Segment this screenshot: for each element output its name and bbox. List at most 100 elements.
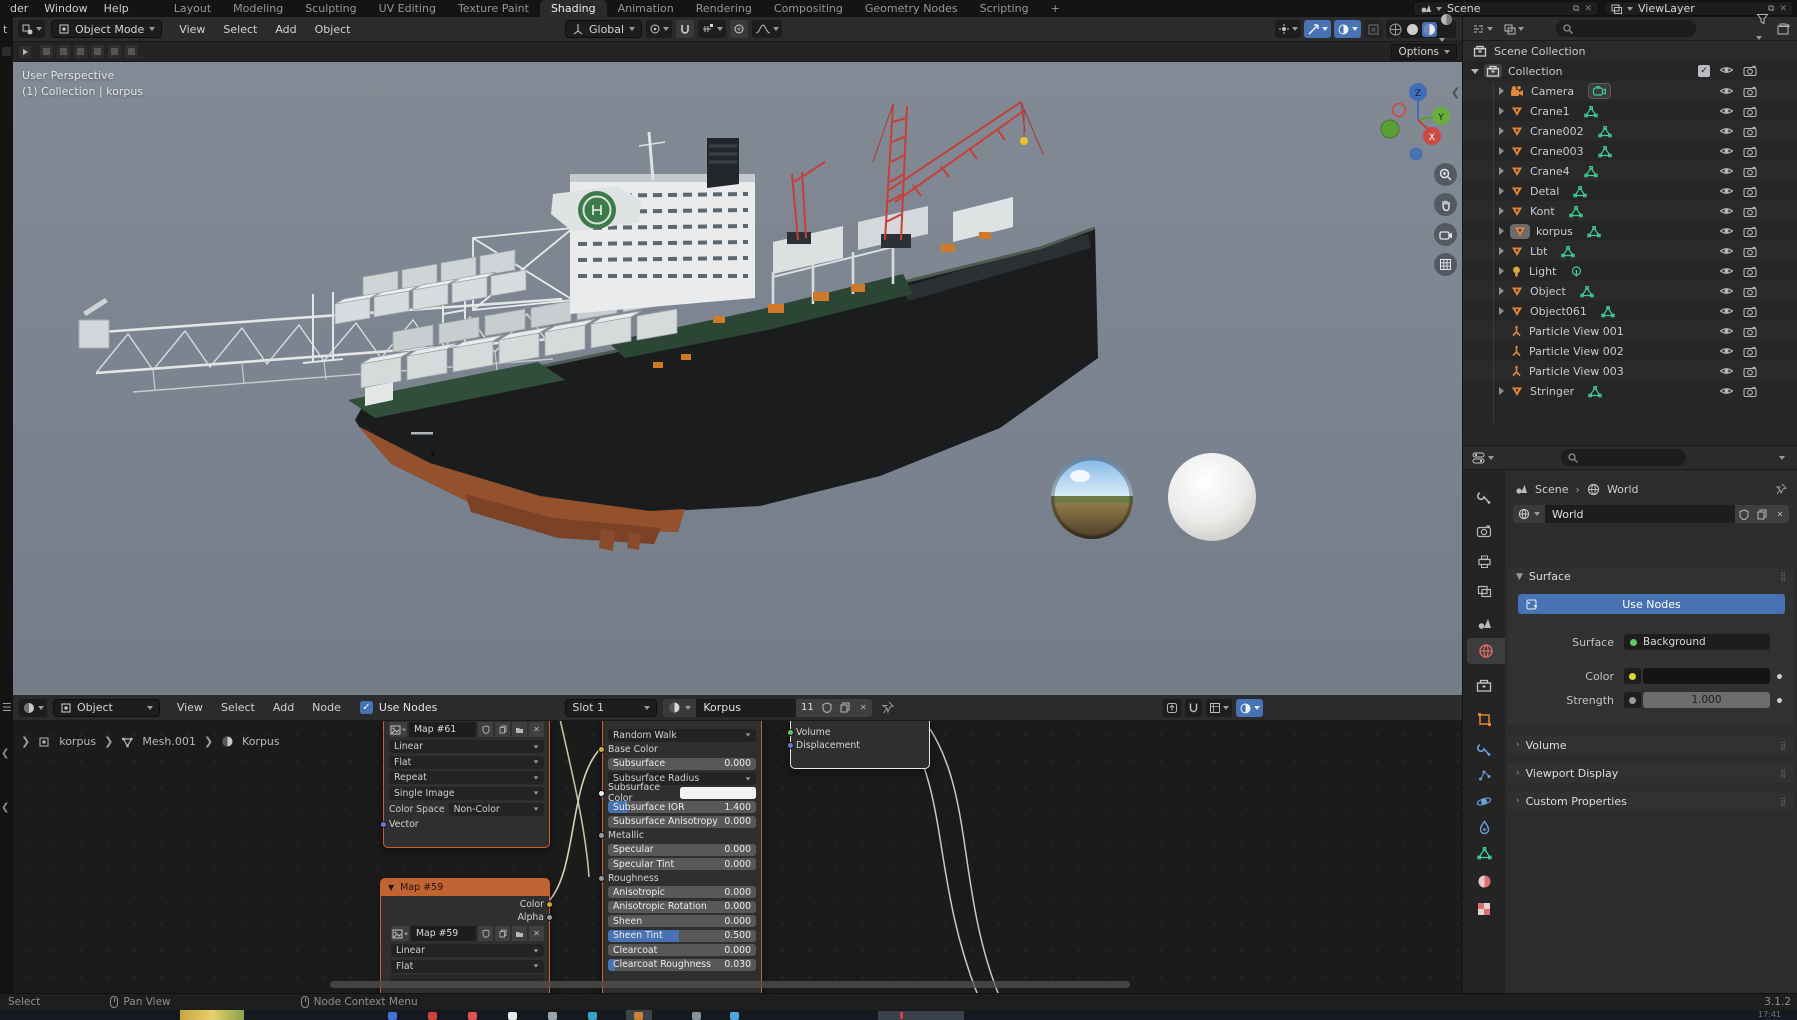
shader-menu-select[interactable]: Select: [221, 701, 255, 714]
image-texture-node-map61[interactable]: Map #61 ✕ Linear Flat Repeat Single Image C…: [380, 721, 550, 848]
shader-menu-node[interactable]: Node: [312, 701, 341, 714]
copy-icon[interactable]: [495, 926, 510, 941]
outliner-row-particle-view-002[interactable]: Particle View 002: [1463, 341, 1797, 361]
tool-slot-icon[interactable]: [108, 45, 121, 58]
map59-dropdown-flat[interactable]: Flat: [391, 959, 544, 973]
hide-eye-icon[interactable]: [1719, 306, 1734, 317]
input-socket[interactable]: [598, 832, 605, 839]
workspace-tab-modeling[interactable]: Modeling: [222, 0, 294, 17]
open-folder-icon[interactable]: [512, 926, 527, 941]
viewport-menu-add[interactable]: Add: [275, 23, 296, 36]
snap-magnet-icon[interactable]: [1185, 699, 1202, 717]
object-name[interactable]: Crane002: [1530, 125, 1584, 138]
hide-eye-icon[interactable]: [1719, 386, 1734, 397]
viewport-menu-view[interactable]: View: [179, 23, 205, 36]
properties-tab-object-data[interactable]: [1467, 840, 1501, 866]
workspace-tab-item[interactable]: +: [1040, 0, 1071, 17]
map59-dropdown-linear[interactable]: Linear: [391, 944, 544, 957]
tool-slot-icon[interactable]: [125, 45, 138, 58]
fake-user-shield-icon[interactable]: [818, 698, 837, 717]
expand-arrow-icon[interactable]: [1499, 387, 1504, 395]
hide-eye-icon[interactable]: [1719, 126, 1734, 137]
hide-eye-icon[interactable]: [1719, 286, 1734, 297]
shader-menu-view[interactable]: View: [177, 701, 203, 714]
expand-arrow-icon[interactable]: [1499, 87, 1504, 95]
outliner-row-crane002[interactable]: Crane002: [1463, 121, 1797, 141]
render-camera-icon[interactable]: [1743, 226, 1757, 237]
outliner-search-input[interactable]: [1556, 20, 1696, 37]
expand-arrow-icon[interactable]: [1499, 267, 1504, 275]
snap-target-icon[interactable]: [1206, 699, 1232, 717]
workspace-tab-layout[interactable]: Layout: [163, 0, 222, 17]
render-camera-icon[interactable]: [1743, 146, 1757, 157]
image-icon[interactable]: [391, 926, 409, 941]
render-camera-icon[interactable]: [1743, 106, 1757, 117]
render-camera-icon[interactable]: [1743, 326, 1757, 337]
options-button[interactable]: Options: [1391, 43, 1457, 60]
tool-slot-icon[interactable]: [74, 45, 87, 58]
principled-slider-subsurface-ior[interactable]: Subsurface IOR 1.400: [608, 801, 756, 813]
input-socket[interactable]: [598, 746, 605, 753]
outliner-row-object[interactable]: Object: [1463, 281, 1797, 301]
hide-eye-icon[interactable]: [1719, 366, 1734, 377]
image-name[interactable]: Map #59: [411, 926, 476, 941]
image-icon[interactable]: [389, 722, 407, 737]
tool-slot-icon[interactable]: [40, 45, 53, 58]
workspace-tab-sculpting[interactable]: Sculpting: [294, 0, 367, 17]
editor-type-3dview-icon[interactable]: [18, 20, 45, 38]
expand-arrow-icon[interactable]: [1499, 227, 1504, 235]
horizontal-scrollbar[interactable]: [330, 981, 1130, 988]
vector-socket[interactable]: [380, 820, 387, 828]
hide-eye-icon[interactable]: [1719, 166, 1734, 177]
overlays-toggle-icon[interactable]: [1334, 20, 1361, 38]
taskbar-app-icon[interactable]: [588, 1012, 597, 1020]
new-viewlayer-icon[interactable]: ⧉: [1768, 4, 1774, 14]
expand-arrow-icon[interactable]: [1499, 187, 1504, 195]
color-space-dropdown[interactable]: Non-Color: [448, 802, 544, 816]
editor-type-shader-icon[interactable]: [19, 698, 47, 717]
principled-bsdf-node[interactable]: Random Walk Base Color Subsurface 0.000 Subs…: [598, 721, 762, 993]
expand-arrow-icon[interactable]: [1499, 247, 1504, 255]
render-camera-icon[interactable]: [1743, 386, 1757, 397]
fake-user-shield-icon[interactable]: [478, 722, 493, 737]
taskbar-app-icon[interactable]: [508, 1012, 517, 1020]
copy-icon[interactable]: [495, 722, 510, 737]
input-socket[interactable]: [598, 789, 605, 797]
color-swatch[interactable]: [680, 787, 756, 799]
hide-eye-icon[interactable]: [1719, 246, 1734, 257]
outliner-row-scene-collection[interactable]: Scene Collection: [1463, 41, 1797, 61]
properties-tab-object[interactable]: [1467, 706, 1501, 732]
open-folder-icon[interactable]: [512, 722, 527, 737]
render-camera-icon[interactable]: [1743, 206, 1757, 217]
color-output-socket[interactable]: [546, 900, 553, 908]
workspace-tab-uv-editing[interactable]: UV Editing: [368, 0, 447, 17]
unlink-icon[interactable]: ✕: [529, 722, 544, 737]
taskbar-app-icon[interactable]: [428, 1012, 437, 1020]
taskbar-photo-thumbnail[interactable]: [180, 1010, 244, 1020]
hide-eye-icon[interactable]: [1719, 106, 1734, 117]
object-name[interactable]: Detal: [1530, 185, 1559, 198]
render-camera-icon[interactable]: [1743, 166, 1757, 177]
render-camera-icon[interactable]: [1743, 366, 1757, 377]
principled-slider-clearcoat[interactable]: Clearcoat 0.000: [608, 944, 756, 956]
properties-tab-render[interactable]: [1467, 518, 1501, 544]
unlink-datablock-icon[interactable]: ✕: [1771, 505, 1789, 523]
outliner-row-crane4[interactable]: Crane4: [1463, 161, 1797, 181]
expand-arrow-icon[interactable]: [1499, 147, 1504, 155]
outliner-row-particle-view-003[interactable]: Particle View 003: [1463, 361, 1797, 381]
hide-eye-icon[interactable]: [1719, 206, 1734, 217]
taskbar-app-icon[interactable]: [634, 1012, 643, 1020]
object-name[interactable]: korpus: [1536, 225, 1573, 238]
material-name-field[interactable]: Korpus: [696, 698, 797, 717]
copy-material-icon[interactable]: [836, 698, 855, 717]
outliner-row-stringer[interactable]: Stringer: [1463, 381, 1797, 401]
workspace-tab-scripting[interactable]: Scripting: [969, 0, 1040, 17]
object-name[interactable]: Object: [1530, 285, 1566, 298]
map59-node-header[interactable]: ▼ Map #59: [381, 879, 549, 896]
pan-hand-button[interactable]: [1434, 193, 1457, 216]
properties-options-caret[interactable]: [1779, 455, 1785, 460]
orientation-selector[interactable]: Global: [565, 20, 643, 38]
shading-rendered-icon[interactable]: [1439, 12, 1454, 46]
filter-funnel-icon[interactable]: [1756, 13, 1769, 44]
shader-type-selector[interactable]: Object: [53, 698, 160, 717]
